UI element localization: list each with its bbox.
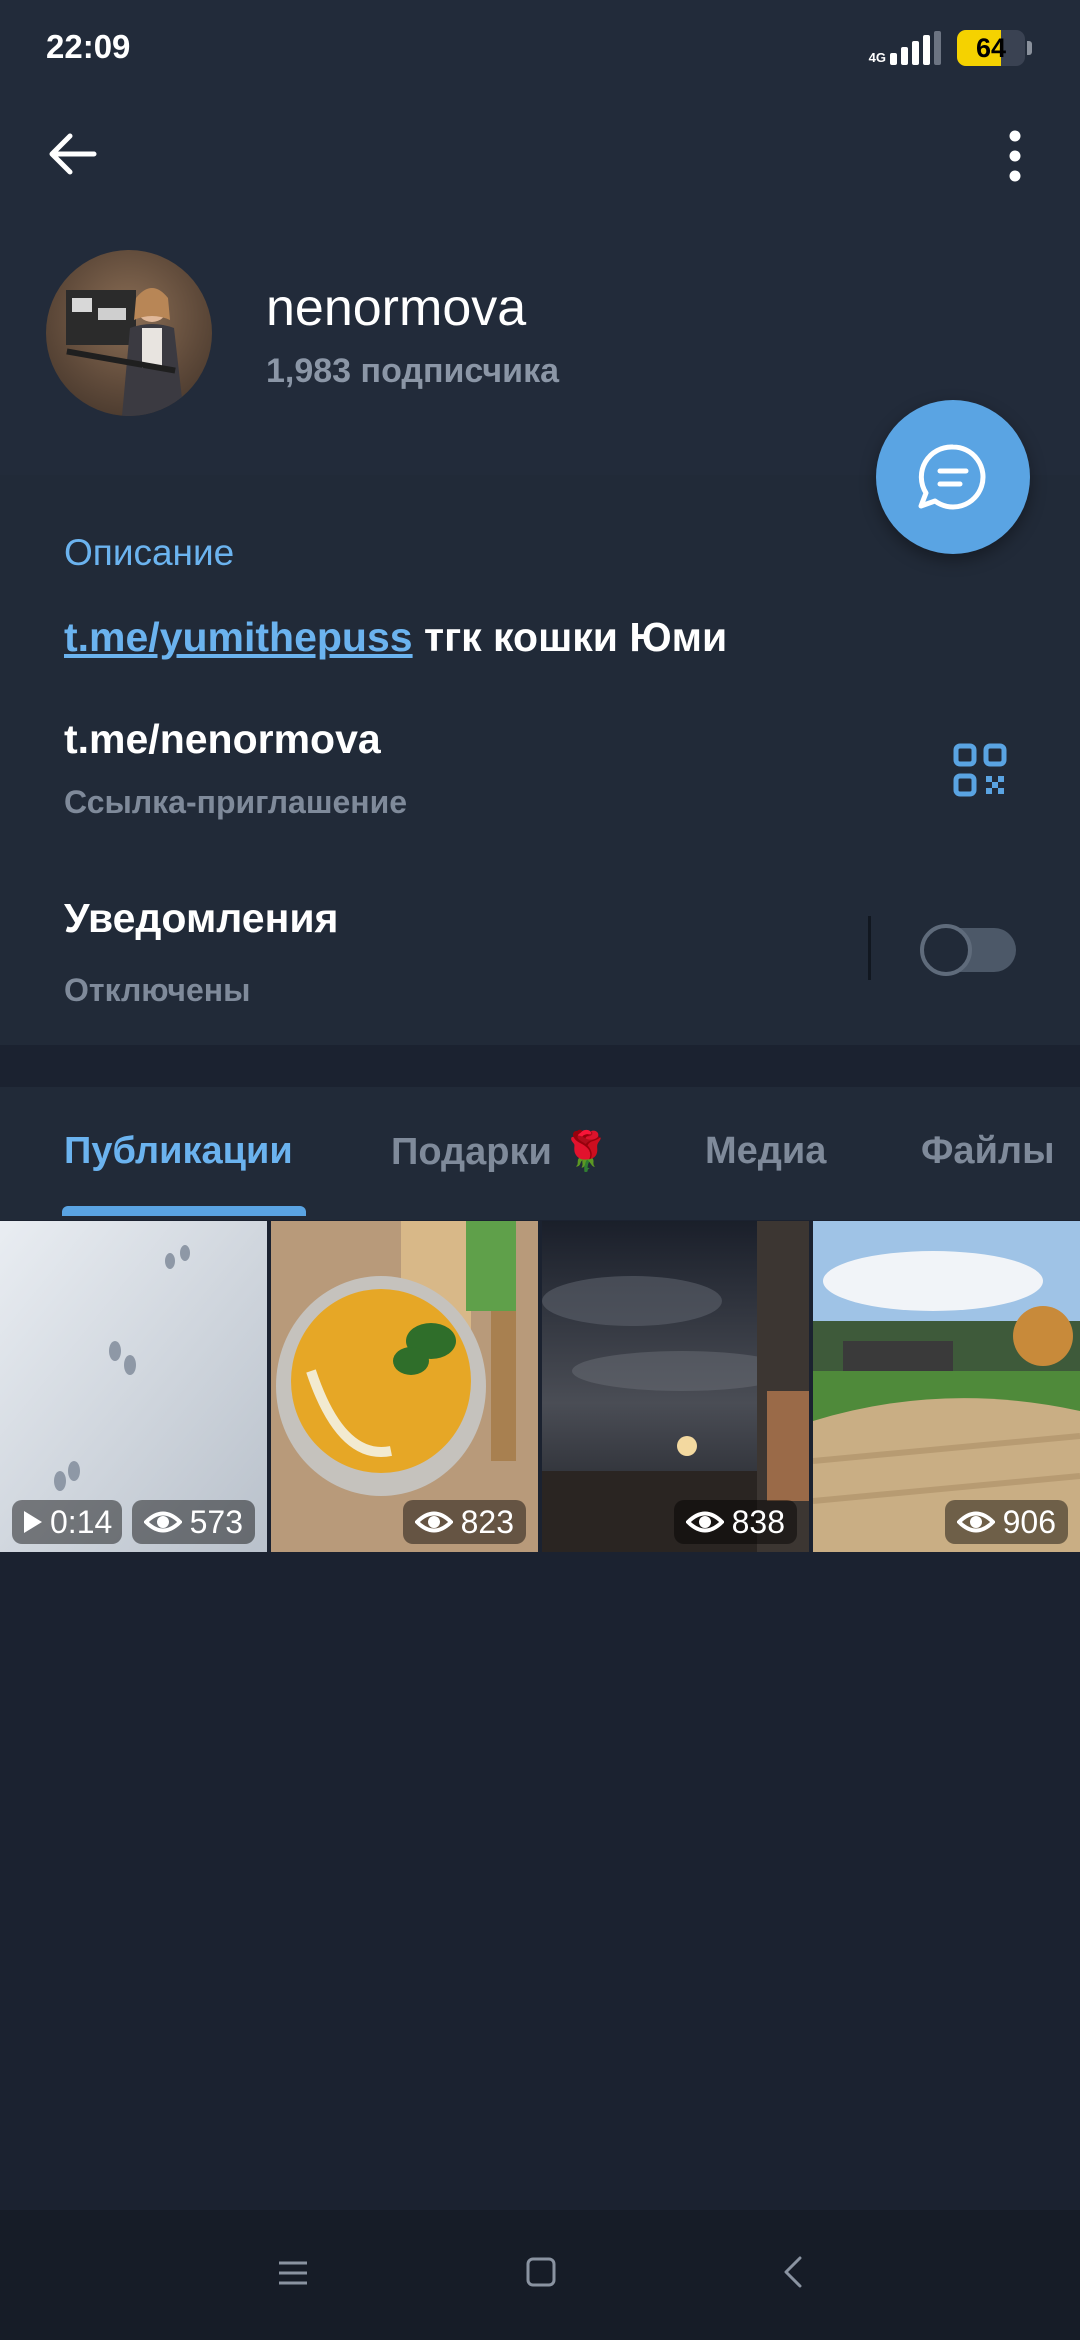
- channel-avatar[interactable]: [46, 250, 212, 416]
- video-duration: 0:14: [50, 1503, 113, 1540]
- views-count: 906: [1002, 1503, 1056, 1540]
- network-type: 4G: [868, 50, 886, 65]
- chat-bubble-icon: [918, 444, 986, 510]
- views-count: 823: [460, 1503, 514, 1540]
- tab-posts[interactable]: Публикации: [64, 1130, 293, 1173]
- views-badge: 906: [944, 1500, 1068, 1544]
- notifications-title: Уведомления: [64, 895, 339, 941]
- status-time: 22:09: [46, 28, 131, 65]
- arrow-left-icon[interactable]: [44, 124, 104, 184]
- system-nav-bar: [0, 2210, 1080, 2340]
- battery-tip: [1027, 41, 1032, 55]
- views-badge: 573: [131, 1500, 255, 1544]
- media-thumbnail-snow[interactable]: 0:14 573: [0, 1221, 267, 1552]
- battery-level: 64: [975, 33, 1007, 63]
- invite-link-caption: Ссылка-приглашение: [64, 784, 408, 820]
- description-link[interactable]: t.me/yumithepuss: [64, 614, 413, 660]
- menu-icon[interactable]: [276, 2256, 310, 2290]
- description-rest: тгк кошки Юми: [412, 614, 728, 660]
- battery-icon: 64: [957, 30, 1025, 66]
- views-badge: 823: [402, 1500, 526, 1544]
- invite-link[interactable]: t.me/nenormova: [64, 716, 381, 763]
- subscriber-count: 1,983 подписчика: [266, 352, 560, 390]
- tab-gifts[interactable]: Подарки 🌹: [391, 1130, 610, 1174]
- active-tab-indicator: [62, 1206, 306, 1216]
- description-text: t.me/yumithepuss тгк кошки Юми: [64, 614, 727, 661]
- qr-code-icon[interactable]: [950, 740, 1010, 800]
- views-badge: 838: [673, 1500, 797, 1544]
- tab-media[interactable]: Медиа: [705, 1130, 826, 1173]
- discussion-button[interactable]: [876, 400, 1030, 554]
- signal-icon: [890, 31, 941, 65]
- description-title: Описание: [64, 532, 235, 573]
- media-thumbnail-park[interactable]: 906: [813, 1221, 1080, 1552]
- home-icon[interactable]: [524, 2255, 558, 2289]
- views-count: 838: [731, 1503, 785, 1540]
- media-thumbnail-night-sky[interactable]: 838: [542, 1221, 809, 1552]
- channel-name: nenormova: [266, 279, 527, 337]
- eye-icon: [956, 1511, 995, 1533]
- vertical-divider: [868, 916, 871, 980]
- tab-files[interactable]: Файлы: [921, 1130, 1055, 1173]
- back-icon[interactable]: [776, 2254, 810, 2290]
- status-indicators: 4G 64: [869, 30, 1032, 66]
- video-duration-badge: 0:14: [12, 1500, 123, 1544]
- eye-icon: [414, 1511, 453, 1533]
- eye-icon: [143, 1511, 182, 1533]
- play-icon: [24, 1511, 42, 1533]
- toggle-knob: [920, 924, 972, 976]
- notifications-status: Отключены: [64, 972, 251, 1008]
- media-thumbnail-soup[interactable]: 823: [271, 1221, 538, 1552]
- more-vertical-icon[interactable]: [990, 126, 1040, 186]
- views-count: 573: [189, 1503, 243, 1540]
- eye-icon: [685, 1511, 724, 1533]
- notifications-toggle[interactable]: [920, 924, 1016, 976]
